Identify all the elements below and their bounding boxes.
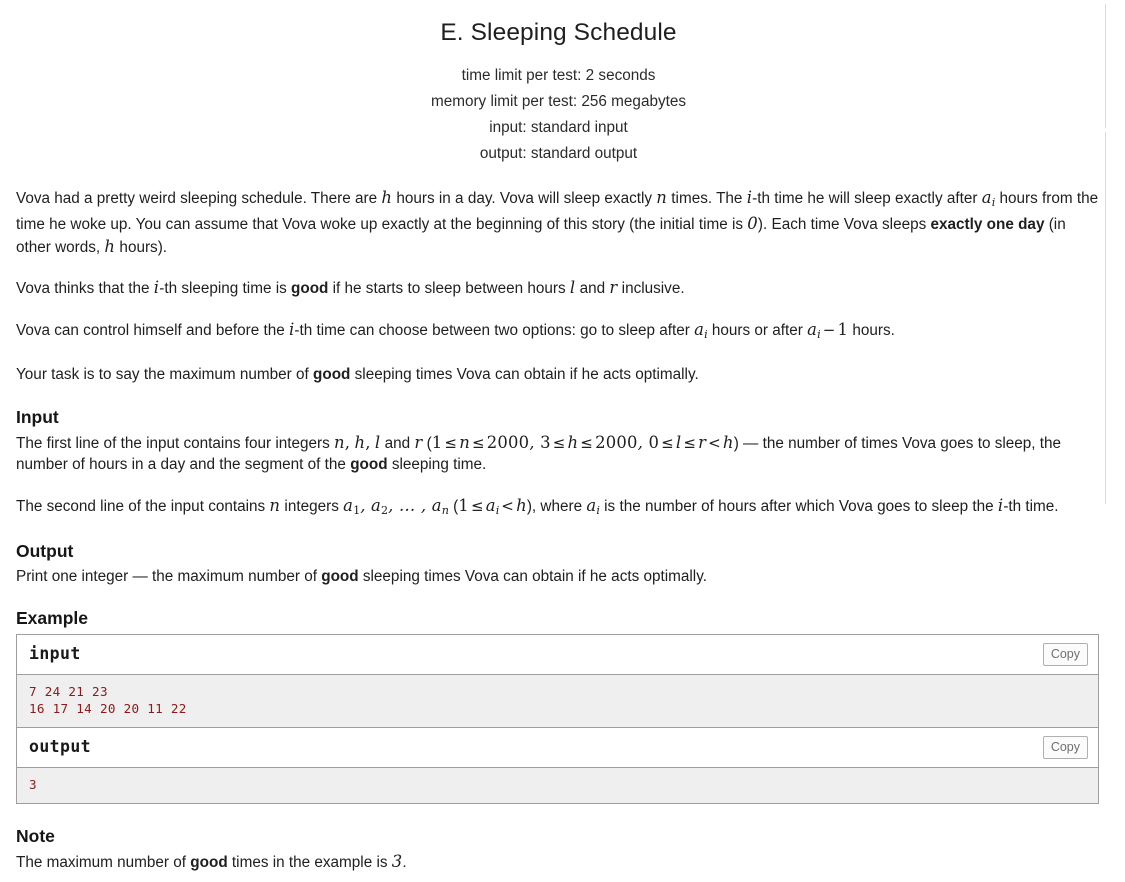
legend-text: if he starts to sleep between hours: [328, 280, 570, 298]
sample-test: input Copy 7 24 21 23 16 17 14 20 20 11 …: [16, 633, 1099, 804]
math-n: n: [656, 187, 668, 207]
legend-paragraph-4: Your task is to say the maximum number o…: [16, 364, 1101, 386]
example-section-heading: Example: [16, 607, 88, 628]
output-section-heading: Output: [16, 541, 74, 562]
legend-text: hours).: [115, 238, 168, 256]
output-spec: output: standard output: [479, 144, 638, 162]
sample-output-label: output: [29, 736, 92, 756]
copy-output-button[interactable]: Copy: [1042, 735, 1088, 759]
legend-paragraph-2: Vova thinks that the i-th sleeping time …: [16, 277, 1101, 300]
math-a-i: ai: [586, 495, 600, 517]
copy-input-button[interactable]: Copy: [1042, 642, 1088, 666]
math-a-i-constraint: 1 ≤ ai < h: [458, 495, 527, 517]
sample-tests: input Copy 7 24 21 23 16 17 14 20 20 11 …: [16, 633, 1101, 804]
legend-text: Vova had a pretty weird sleeping schedul…: [16, 189, 382, 207]
problem-legend: Vova had a pretty weird sleeping schedul…: [16, 187, 1101, 386]
math-h: h: [381, 187, 393, 207]
right-edge-rule-bottom: [1105, 132, 1106, 504]
example-section: Example input Copy 7 24 21 23 16 17 14 2…: [16, 606, 1101, 804]
legend-paragraph-3: Vova can control himself and before the …: [16, 319, 1101, 346]
legend-text: sleeping times Vova can obtain if he act…: [350, 366, 699, 384]
sample-output-text[interactable]: 3: [29, 776, 1086, 793]
math-three: 3: [391, 851, 403, 871]
emphasis-good: good: [321, 568, 359, 586]
input-spec: input: standard input: [489, 118, 628, 136]
math-h: h: [354, 432, 366, 452]
legend-text: -th time can choose between two options:…: [294, 321, 695, 339]
input-section-heading: Input: [16, 406, 59, 427]
emphasis-good: good: [350, 456, 388, 474]
legend-text: and: [575, 280, 610, 298]
sample-input-label: input: [29, 643, 81, 663]
emphasis-exactly-one-day: exactly one day: [930, 216, 1045, 234]
legend-text: hours.: [848, 321, 895, 339]
math-a-i: ai: [694, 319, 708, 341]
sample-output-content: 3: [17, 767, 1098, 804]
legend-text: inclusive.: [617, 280, 685, 298]
output-spec-paragraph: Print one integer — the maximum number o…: [16, 568, 707, 586]
note-section-heading: Note: [16, 825, 55, 846]
memory-limit: memory limit per test: 256 megabytes: [430, 92, 687, 110]
legend-text: Your task is to say the maximum number o…: [16, 366, 313, 384]
legend-text: -th sleeping time is: [159, 280, 291, 298]
right-edge-rule-top: [1105, 4, 1106, 128]
math-n: n: [269, 495, 281, 515]
math-h-2: h: [104, 236, 116, 256]
emphasis-good: good: [190, 853, 228, 871]
problem-statement: E. Sleeping Schedule time limit per test…: [0, 0, 1101, 873]
page-title: E. Sleeping Schedule: [440, 19, 677, 46]
sample-input-header: input Copy: [17, 634, 1098, 675]
math-n: n: [334, 432, 345, 452]
emphasis-good: good: [313, 366, 351, 384]
sample-input-text[interactable]: 7 24 21 23 16 17 14 20 20 11 22: [29, 683, 1086, 717]
emphasis-good: good: [291, 280, 329, 298]
note-paragraph: The maximum number of good times in the …: [16, 851, 407, 871]
input-spec-paragraph-2: The second line of the input contains n …: [16, 495, 1059, 517]
input-spec-paragraph-1: The first line of the input contains fou…: [16, 432, 1062, 474]
note-section-body: The maximum number of good times in the …: [16, 851, 1101, 874]
legend-text: -th time he will sleep exactly after: [752, 189, 982, 207]
input-section-body: The first line of the input contains fou…: [16, 432, 1101, 522]
legend-text: hours in a day. Vova will sleep exactly: [392, 189, 657, 207]
math-a-i: ai: [981, 187, 996, 209]
problem-header: E. Sleeping Schedule time limit per test…: [16, 0, 1101, 167]
math-a-sequence: a1, a2, … , an: [343, 495, 449, 517]
sample-output-header: output Copy: [17, 727, 1098, 768]
input-section: Input The first line of the input contai…: [16, 405, 1101, 522]
sample-input-content: 7 24 21 23 16 17 14 20 20 11 22: [17, 674, 1098, 728]
time-limit: time limit per test: 2 seconds: [461, 66, 656, 84]
math-a-i-minus-1: ai −1: [807, 319, 849, 341]
legend-text: hours or after: [707, 321, 808, 339]
legend-text: Vova can control himself and before the: [16, 321, 289, 339]
legend-text: ). Each time Vova sleeps: [757, 216, 931, 234]
legend-text: Vova thinks that the: [16, 280, 154, 298]
note-section: Note The maximum number of good times in…: [16, 824, 1101, 874]
output-section: Output Print one integer — the maximum n…: [16, 539, 1101, 588]
output-section-body: Print one integer — the maximum number o…: [16, 566, 1101, 588]
math-constraints: 1 ≤ n ≤2000, 3 ≤ h ≤2000, 0 ≤ l ≤ r < h: [431, 432, 734, 452]
legend-paragraph-1: Vova had a pretty weird sleeping schedul…: [16, 187, 1101, 259]
legend-text: times. The: [667, 189, 747, 207]
math-zero: 0: [747, 214, 758, 234]
